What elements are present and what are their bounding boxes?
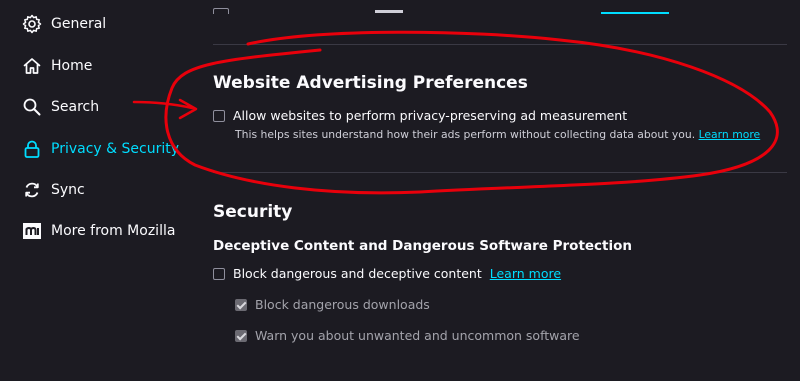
- ad-measurement-row: Allow websites to perform privacy-preser…: [213, 108, 627, 123]
- sidebar-item-label: Privacy & Security: [51, 141, 179, 157]
- advertising-heading: Website Advertising Preferences: [213, 73, 528, 93]
- deceptive-content-subheading: Deceptive Content and Dangerous Software…: [213, 238, 633, 254]
- gear-icon: [22, 14, 42, 34]
- warn-unwanted-row: Warn you about unwanted and uncommon sof…: [235, 328, 580, 343]
- sidebar-item-more-from-mozilla[interactable]: More from Mozilla: [22, 219, 175, 243]
- home-icon: [22, 56, 42, 76]
- clipped-link: [601, 12, 669, 14]
- sidebar-item-privacy-security[interactable]: Privacy & Security: [22, 137, 179, 161]
- block-downloads-label: Block dangerous downloads: [255, 297, 430, 312]
- block-downloads-row: Block dangerous downloads: [235, 297, 430, 312]
- warn-unwanted-label: Warn you about unwanted and uncommon sof…: [255, 328, 580, 343]
- ad-measurement-label[interactable]: Allow websites to perform privacy-preser…: [233, 108, 627, 123]
- annotation-arrow: [132, 98, 198, 120]
- ad-description-text: This helps sites understand how their ad…: [235, 128, 696, 141]
- sidebar-item-label: More from Mozilla: [51, 223, 176, 239]
- block-dangerous-row: Block dangerous and deceptive content Le…: [213, 266, 561, 281]
- ad-measurement-description: This helps sites understand how their ad…: [235, 128, 760, 141]
- sidebar-item-label: Home: [51, 58, 93, 74]
- security-heading: Security: [213, 202, 293, 222]
- sidebar-item-home[interactable]: Home: [22, 54, 92, 78]
- ad-measurement-checkbox[interactable]: [213, 109, 225, 122]
- section-divider: [213, 172, 787, 173]
- clipped-text: [375, 10, 403, 13]
- sidebar-item-search[interactable]: Search: [22, 95, 99, 119]
- warn-unwanted-checkbox[interactable]: [235, 329, 247, 342]
- sync-icon: [22, 180, 42, 200]
- block-dangerous-label[interactable]: Block dangerous and deceptive content: [233, 266, 482, 281]
- sidebar-item-general[interactable]: General: [22, 12, 106, 36]
- mozilla-icon: [22, 221, 42, 241]
- ad-learn-more-link[interactable]: Learn more: [699, 128, 761, 141]
- section-divider: [213, 44, 787, 45]
- clipped-checkbox: [213, 8, 229, 14]
- sidebar-item-label: Search: [51, 99, 100, 115]
- lock-icon: [22, 139, 42, 159]
- search-icon: [22, 97, 42, 117]
- clipped-previous-row: [213, 0, 673, 14]
- sidebar-item-sync[interactable]: Sync: [22, 178, 85, 202]
- block-dangerous-checkbox[interactable]: [213, 267, 225, 280]
- annotation-overlay: [132, 30, 779, 195]
- security-learn-more-link[interactable]: Learn more: [490, 266, 561, 281]
- sidebar-item-label: Sync: [51, 182, 85, 198]
- block-downloads-checkbox[interactable]: [235, 298, 247, 311]
- sidebar-item-label: General: [51, 16, 107, 32]
